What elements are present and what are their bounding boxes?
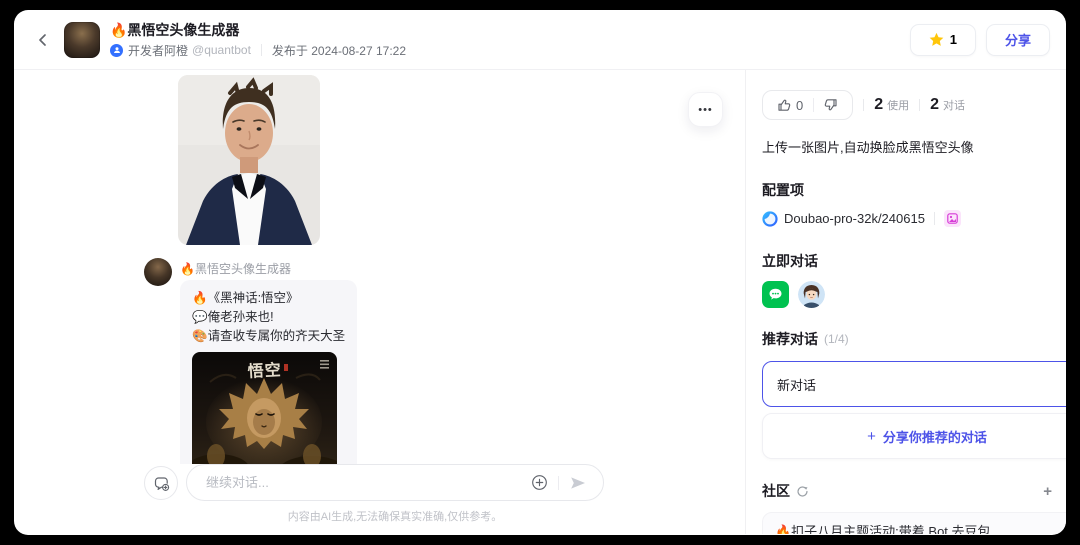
- header-subtitle: 开发者阿橙 @quantbot 发布于 2024-08-27 17:22: [110, 42, 406, 59]
- usage-count: 2: [874, 96, 884, 113]
- header-text: 🔥黑悟空头像生成器 开发者阿橙 @quantbot 发布于 2024-08-27…: [110, 21, 406, 59]
- favorite-count: 1: [949, 32, 957, 47]
- generated-wukong-image[interactable]: 悟空: [192, 352, 337, 464]
- share-label: 分享: [1004, 33, 1031, 48]
- send-button[interactable]: [565, 474, 591, 492]
- chat-input-container: [186, 464, 604, 501]
- usage-stat: 2 使用: [874, 96, 909, 114]
- like-count: 0: [796, 97, 804, 113]
- ai-disclaimer: 内容由AI生成,无法确保真实准确,仅供参考。: [287, 511, 503, 523]
- chat-now-row: [762, 281, 1066, 308]
- share-chat-label: 分享你推荐的对话: [882, 429, 987, 445]
- share-button[interactable]: 分享: [985, 23, 1050, 56]
- developer-name[interactable]: 开发者阿橙: [128, 42, 188, 59]
- message-line: 💬俺老孙来也!: [192, 310, 274, 324]
- message-bot-avatar: [144, 258, 172, 286]
- message-bot-name: 🔥黑悟空头像生成器: [180, 262, 291, 276]
- bot-avatar: [64, 21, 100, 58]
- thumbs-up-icon: [778, 99, 791, 111]
- wukong-poster-image: 悟空: [192, 352, 337, 464]
- chat-area: ••• 🔥黑悟空头像生成器 🔥《黑神话:悟空》 💬俺老孙来也! 🎨请查收专属你的…: [14, 70, 746, 534]
- recommended-count: (1/4): [824, 332, 849, 346]
- thumbs-down-icon: [824, 99, 837, 111]
- header: 🔥黑悟空头像生成器 开发者阿橙 @quantbot 发布于 2024-08-27…: [14, 10, 1066, 70]
- bot-description: 上传一张图片,自动换脸成黑悟空头像: [762, 140, 974, 155]
- chat-input[interactable]: [187, 475, 526, 490]
- developer-badge-icon: [110, 43, 123, 57]
- usage-label: 使用: [887, 100, 910, 112]
- new-conversation-button[interactable]: [144, 466, 178, 500]
- share-recommended-chat-button[interactable]: + 分享你推荐的对话: [762, 413, 1066, 459]
- portrait-photo-image: [178, 75, 320, 245]
- divider: [863, 99, 865, 111]
- doubao-model-icon: [762, 210, 778, 227]
- doubao-channel-avatar[interactable]: [798, 281, 825, 308]
- conversation-count: 2: [930, 96, 940, 113]
- send-icon: [571, 476, 585, 489]
- recommended-chat-card[interactable]: 新对话: [762, 361, 1066, 407]
- refresh-icon[interactable]: [796, 485, 809, 498]
- bot-message-bubble: 🔥《黑神话:悟空》 💬俺老孙来也! 🎨请查收专属你的齐天大圣 悟空: [180, 280, 358, 464]
- publish-date: 发布于 2024-08-27 17:22: [271, 43, 407, 58]
- recommended-section-title: 推荐对话 (1/4): [762, 329, 1066, 349]
- model-name: Doubao-pro-32k/240615: [784, 211, 925, 226]
- divider: [260, 44, 262, 56]
- message-line: 🔥《黑神话:悟空》: [192, 291, 299, 305]
- stats-row: 0 2 使用 2 对话: [762, 90, 1066, 120]
- community-add-button[interactable]: +: [1043, 483, 1052, 500]
- image-plugin-icon[interactable]: [943, 210, 961, 227]
- page-title: 🔥黑悟空头像生成器: [110, 21, 240, 38]
- community-title: 社区: [762, 483, 790, 499]
- wechat-channel-icon[interactable]: [762, 281, 789, 308]
- app-window: 🔥黑悟空头像生成器 开发者阿橙 @quantbot 发布于 2024-08-27…: [14, 10, 1066, 535]
- community-section-header: 社区 +: [762, 481, 1066, 501]
- thumbs-up-button[interactable]: 0: [767, 98, 813, 113]
- recommended-title: 推荐对话: [762, 331, 818, 347]
- plus-circle-icon: [531, 475, 547, 490]
- more-dots-icon: •••: [698, 103, 713, 116]
- divider: [919, 99, 921, 111]
- community-post-title: 🔥扣子八月主题活动:带着 Bot 去豆包: [775, 524, 991, 534]
- divider: [558, 475, 559, 490]
- config-section-title: 配置项: [762, 182, 804, 198]
- vote-pill: 0: [762, 90, 854, 120]
- chat-input-row: [14, 464, 745, 504]
- chevron-left-icon: [39, 33, 46, 46]
- plus-icon: +: [867, 427, 876, 445]
- chat-now-section-title: 立即对话: [762, 253, 818, 269]
- poster-menu-icon: [320, 360, 329, 369]
- conversation-label: 对话: [943, 100, 966, 112]
- conversation-stat: 2 对话: [930, 96, 965, 114]
- back-button[interactable]: [30, 27, 56, 53]
- attach-button[interactable]: [526, 474, 552, 491]
- message-line: 🎨请查收专属你的齐天大圣: [192, 329, 346, 343]
- chat-scroll-region[interactable]: ••• 🔥黑悟空头像生成器 🔥《黑神话:悟空》 💬俺老孙来也! 🎨请查收专属你的…: [14, 70, 745, 464]
- star-icon: [929, 32, 944, 46]
- community-post-card[interactable]: 🔥扣子八月主题活动:带着 Bot 去豆包 扣子厂小管家 @kouzik 6: [762, 512, 1066, 534]
- new-chat-label: 新对话: [777, 377, 817, 393]
- divider: [933, 212, 935, 225]
- model-row: Doubao-pro-32k/240615: [762, 210, 1066, 227]
- chat-more-button[interactable]: •••: [688, 92, 723, 127]
- favorite-button[interactable]: 1: [909, 23, 976, 56]
- screen-background: 🔥黑悟空头像生成器 开发者阿橙 @quantbot 发布于 2024-08-27…: [0, 0, 1080, 545]
- bot-info-panel: 0 2 使用 2 对话 上传一张图片,自动换脸成黑悟空头像 配置项 Doubao…: [746, 70, 1066, 534]
- developer-handle[interactable]: @quantbot: [192, 43, 251, 57]
- user-uploaded-photo[interactable]: [178, 75, 320, 245]
- svg-text:悟空: 悟空: [247, 360, 282, 381]
- thumbs-down-button[interactable]: [814, 98, 848, 112]
- new-chat-icon: [154, 476, 169, 491]
